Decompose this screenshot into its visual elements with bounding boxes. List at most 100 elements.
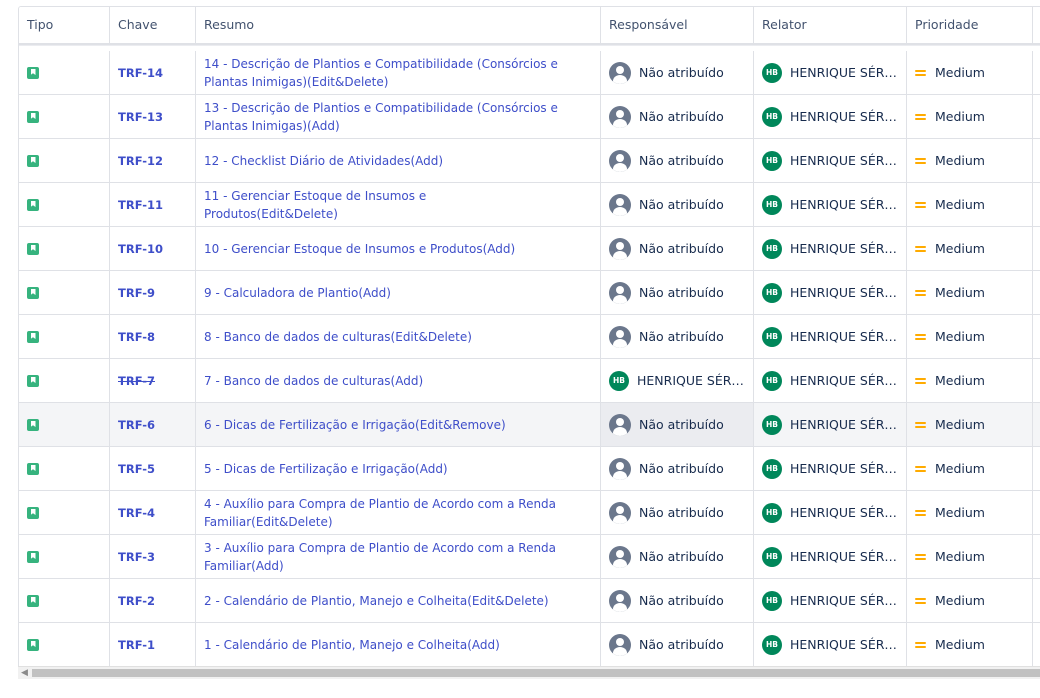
cell-relator[interactable]: HB HENRIQUE SÉRGI… [754,227,907,270]
cell-prioridade[interactable]: Medium [907,139,1033,182]
cell-responsavel[interactable]: Não atribuído [601,315,754,358]
story-icon[interactable] [27,550,39,563]
story-icon[interactable] [27,198,39,211]
issue-key-link[interactable]: TRF-12 [118,154,163,168]
column-header-responsavel[interactable]: Responsável [601,7,754,43]
table-row[interactable]: TRF-12 12 - Checklist Diário de Atividad… [19,139,1040,183]
cell-responsavel[interactable]: Não atribuído [601,623,754,666]
cell-responsavel[interactable]: Não atribuído [601,447,754,490]
column-header-chave[interactable]: Chave [110,7,196,43]
table-row[interactable]: TRF-11 11 - Gerenciar Estoque de Insumos… [19,183,1040,227]
story-icon[interactable] [27,242,39,255]
cell-responsavel[interactable]: Não atribuído [601,183,754,226]
cell-prioridade[interactable]: Medium [907,579,1033,622]
cell-relator[interactable]: HB HENRIQUE SÉRGI… [754,535,907,578]
cell-responsavel[interactable]: Não atribuído [601,51,754,94]
cell-responsavel[interactable]: Não atribuído [601,403,754,446]
issue-key-link[interactable]: TRF-14 [118,66,163,80]
table-row[interactable]: TRF-5 5 - Dicas de Fertilização e Irriga… [19,447,1040,491]
scroll-left-arrow-icon[interactable]: ◀ [21,667,28,679]
cell-prioridade[interactable]: Medium [907,535,1033,578]
table-row[interactable]: TRF-4 4 - Auxílio para Compra de Plantio… [19,491,1040,535]
story-icon[interactable] [27,418,39,431]
cell-responsavel[interactable]: Não atribuído [601,139,754,182]
cell-prioridade[interactable]: Medium [907,271,1033,314]
table-row[interactable]: TRF-3 3 - Auxílio para Compra de Plantio… [19,535,1040,579]
issue-key-link[interactable]: TRF-8 [118,330,155,344]
issue-summary-link[interactable]: 9 - Calculadora de Plantio(Add) [204,284,431,302]
issue-summary-link[interactable]: 10 - Gerenciar Estoque de Insumos e Prod… [204,240,555,258]
cell-responsavel[interactable]: Não atribuído [601,491,754,534]
cell-relator[interactable]: HB HENRIQUE SÉRGI… [754,315,907,358]
cell-prioridade[interactable]: Medium [907,403,1033,446]
table-row[interactable]: TRF-6 6 - Dicas de Fertilização e Irriga… [19,403,1040,447]
column-header-resumo[interactable]: Resumo [196,7,601,43]
cell-prioridade[interactable]: Medium [907,447,1033,490]
cell-prioridade[interactable]: Medium [907,491,1033,534]
cell-prioridade[interactable]: Medium [907,183,1033,226]
story-icon[interactable] [27,374,39,387]
column-header-prioridade[interactable]: Prioridade [907,7,1033,43]
cell-responsavel[interactable]: Não atribuído [601,227,754,270]
cell-relator[interactable]: HB HENRIQUE SÉRGI… [754,623,907,666]
issue-summary-link[interactable]: 12 - Checklist Diário de Atividades(Add) [204,152,483,170]
table-row[interactable]: TRF-7 7 - Banco de dados de culturas(Add… [19,359,1040,403]
table-row[interactable]: TRF-13 13 - Descrição de Plantios e Comp… [19,95,1040,139]
issue-summary-link[interactable]: 8 - Banco de dados de culturas(Edit&Dele… [204,328,512,346]
cell-prioridade[interactable]: Medium [907,623,1033,666]
issue-key-link[interactable]: TRF-5 [118,462,155,476]
table-row[interactable]: TRF-10 10 - Gerenciar Estoque de Insumos… [19,227,1040,271]
cell-responsavel[interactable]: Não atribuído [601,95,754,138]
issue-summary-link[interactable]: 5 - Dicas de Fertilização e Irrigação(Ad… [204,460,488,478]
story-icon[interactable] [27,110,39,123]
issue-summary-link[interactable]: 4 - Auxílio para Compra de Plantio de Ac… [204,495,600,531]
issue-key-link[interactable]: TRF-9 [118,286,155,300]
issue-key-link[interactable]: TRF-7 [118,374,155,388]
story-icon[interactable] [27,638,39,651]
issue-summary-link[interactable]: 11 - Gerenciar Estoque de Insumos e Prod… [204,187,600,223]
issue-summary-link[interactable]: 1 - Calendário de Plantio, Manejo e Colh… [204,636,540,654]
cell-relator[interactable]: HB HENRIQUE SÉRGI… [754,491,907,534]
cell-responsavel[interactable]: Não atribuído [601,271,754,314]
issue-key-link[interactable]: TRF-6 [118,418,155,432]
story-icon[interactable] [27,66,39,79]
scrollbar-thumb[interactable] [32,669,1040,677]
horizontal-scrollbar[interactable]: ◀ [18,666,1040,679]
cell-responsavel[interactable]: HB HENRIQUE SÉRGI… [601,359,754,402]
issue-summary-link[interactable]: 7 - Banco de dados de culturas(Add) [204,372,463,390]
issue-summary-link[interactable]: 3 - Auxílio para Compra de Plantio de Ac… [204,539,600,575]
cell-relator[interactable]: HB HENRIQUE SÉRGI… [754,95,907,138]
issue-key-link[interactable]: TRF-13 [118,110,163,124]
issue-key-link[interactable]: TRF-3 [118,550,155,564]
cell-relator[interactable]: HB HENRIQUE SÉRGI… [754,51,907,94]
story-icon[interactable] [27,594,39,607]
cell-relator[interactable]: HB HENRIQUE SÉRGI… [754,403,907,446]
story-icon[interactable] [27,154,39,167]
story-icon[interactable] [27,286,39,299]
issue-key-link[interactable]: TRF-10 [118,242,163,256]
cell-responsavel[interactable]: Não atribuído [601,579,754,622]
column-header-relator[interactable]: Relator [754,7,907,43]
issue-summary-link[interactable]: 6 - Dicas de Fertilização e Irrigação(Ed… [204,416,546,434]
cell-relator[interactable]: HB HENRIQUE SÉRGI… [754,139,907,182]
cell-prioridade[interactable]: Medium [907,95,1033,138]
table-row[interactable]: TRF-2 2 - Calendário de Plantio, Manejo … [19,579,1040,623]
table-row[interactable]: TRF-8 8 - Banco de dados de culturas(Edi… [19,315,1040,359]
issue-key-link[interactable]: TRF-4 [118,506,155,520]
issue-key-link[interactable]: TRF-2 [118,594,155,608]
cell-prioridade[interactable]: Medium [907,315,1033,358]
cell-prioridade[interactable]: Medium [907,359,1033,402]
issue-key-link[interactable]: TRF-11 [118,198,163,212]
story-icon[interactable] [27,330,39,343]
issue-summary-link[interactable]: 2 - Calendário de Plantio, Manejo e Colh… [204,592,589,610]
cell-relator[interactable]: HB HENRIQUE SÉRGI… [754,183,907,226]
table-row[interactable]: TRF-9 9 - Calculadora de Plantio(Add) Nã… [19,271,1040,315]
cell-prioridade[interactable]: Medium [907,51,1033,94]
story-icon[interactable] [27,462,39,475]
issue-summary-link[interactable]: 14 - Descrição de Plantios e Compatibili… [204,55,600,91]
cell-relator[interactable]: HB HENRIQUE SÉRGI… [754,359,907,402]
issue-key-link[interactable]: TRF-1 [118,638,155,652]
cell-relator[interactable]: HB HENRIQUE SÉRGI… [754,271,907,314]
column-header-tipo[interactable]: Tipo [19,7,110,43]
table-row[interactable]: TRF-1 1 - Calendário de Plantio, Manejo … [19,623,1040,667]
